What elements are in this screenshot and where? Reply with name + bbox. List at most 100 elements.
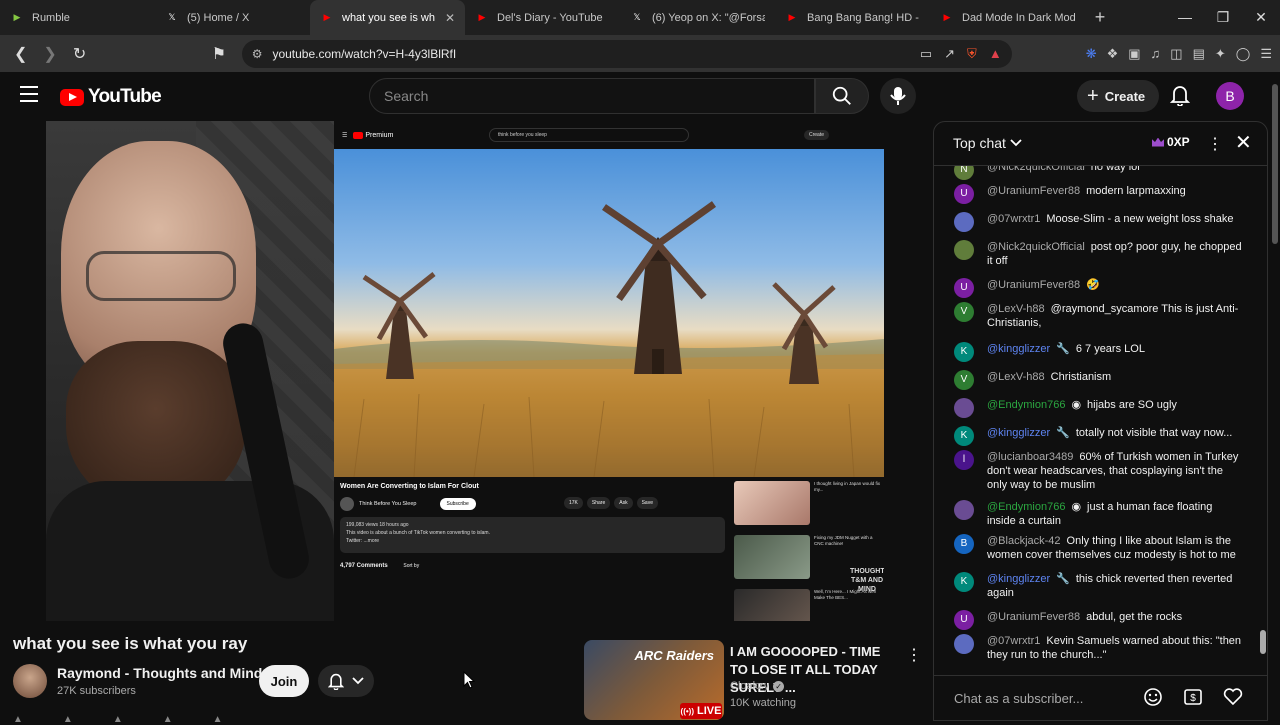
chat-avatar[interactable] (954, 240, 974, 260)
chat-author[interactable]: @Endymion766 (987, 501, 1065, 513)
live-rec-channel[interactable]: Cloakzy ✓ (730, 680, 785, 692)
chat-mode-dropdown[interactable]: Top chat (953, 135, 1022, 151)
browser-tab[interactable]: 𝕏 (6) Yeop on X: "@Forsaken (620, 0, 775, 35)
chat-message[interactable]: U @UraniumFever88 modern larpmaxxing (954, 184, 1244, 204)
chat-avatar[interactable]: V (954, 370, 974, 390)
chat-avatar[interactable]: K (954, 426, 974, 446)
chat-avatar[interactable] (954, 212, 974, 232)
browser-tab[interactable]: ▶ Bang Bang Bang! HD - You (775, 0, 930, 35)
chat-avatar[interactable]: l (954, 450, 974, 470)
close-window-icon[interactable]: ✕ (1242, 0, 1280, 35)
chat-avatar[interactable]: N (954, 166, 974, 180)
chat-avatar[interactable] (954, 398, 974, 418)
chat-author[interactable]: @Endymion766 (987, 399, 1065, 411)
chat-message[interactable]: @Endymion766 ◉ hijabs are SO ugly (954, 398, 1244, 418)
sidebar-icon[interactable]: ◫ (1170, 46, 1182, 62)
browser-tab[interactable]: 𝕏 (5) Home / X (155, 0, 310, 35)
chat-avatar[interactable]: U (954, 184, 974, 204)
page-scrollbar[interactable] (1270, 72, 1280, 720)
chat-avatar[interactable]: K (954, 572, 974, 592)
chat-scrollbar[interactable] (1260, 168, 1266, 668)
browser-tab[interactable]: ▶ Dad Mode In Dark Mode (930, 0, 1085, 35)
chat-avatar[interactable] (954, 634, 974, 654)
chat-author[interactable]: @kingglizzer (987, 573, 1050, 585)
chat-avatar[interactable] (954, 500, 974, 520)
chat-message[interactable]: K @kingglizzer 🔧 totally not visible that w… (954, 426, 1244, 446)
money-icon[interactable]: $ (1182, 686, 1204, 708)
chat-author[interactable]: @UraniumFever88 (987, 611, 1080, 623)
emoji-icon[interactable] (1142, 686, 1164, 708)
chat-avatar[interactable]: U (954, 278, 974, 298)
chat-message[interactable]: @Endymion766 ◉ just a human face floating … (954, 500, 1244, 528)
wallet-icon[interactable]: ▤ (1193, 46, 1205, 62)
chat-author[interactable]: @Blackjack-42 (987, 535, 1061, 547)
chat-author[interactable]: @kingglizzer (987, 427, 1050, 439)
browser-tab[interactable]: ▶ what you see is wh ✕ (310, 0, 465, 35)
address-bar[interactable]: ⚙ youtube.com/watch?v=H-4y3lBlRfI ▭ ↗ ⛨ … (241, 39, 1012, 68)
reload-icon[interactable]: ↻ (67, 41, 92, 67)
chat-message[interactable]: U @UraniumFever88 🤣 (954, 278, 1244, 298)
kebab-icon[interactable]: ⋮ (906, 645, 922, 665)
chat-message[interactable]: V @LexV-h88 @raymond_sycamore This is just… (954, 302, 1244, 330)
chat-message[interactable]: V @LexV-h88 Christianism (954, 370, 1244, 390)
chat-message[interactable]: N @Nick2quickOfficial no way lol (954, 166, 1244, 180)
chat-author[interactable]: @UraniumFever88 (987, 279, 1080, 291)
share-icon[interactable]: ↗ (944, 46, 955, 62)
chat-author[interactable]: @LexV-h88 (987, 303, 1045, 315)
hamburger-icon[interactable] (20, 86, 38, 107)
account-avatar[interactable]: B (1216, 82, 1244, 110)
brave-shield-icon[interactable]: ⛨ (967, 46, 977, 62)
create-button[interactable]: + Create (1077, 80, 1160, 112)
chat-message[interactable]: @07wrxtr1 Moose-Slim - a new weight loss … (954, 212, 1244, 232)
chat-avatar[interactable]: V (954, 302, 974, 322)
join-button[interactable]: Join (259, 665, 309, 697)
screenshot-icon[interactable]: ▣ (1128, 46, 1140, 62)
chat-author[interactable]: @Nick2quickOfficial (987, 166, 1085, 173)
chat-message[interactable]: K @kingglizzer 🔧 this chick reverted then r… (954, 572, 1244, 600)
brave-rewards-icon[interactable]: ▲ (989, 46, 1002, 61)
youtube-logo[interactable]: YouTube (60, 86, 162, 108)
notifications-button[interactable] (1169, 84, 1191, 111)
kebab-icon[interactable]: ⋮ (1207, 134, 1223, 154)
chat-message[interactable]: K @kingglizzer 🔧 6 7 years LOL (954, 342, 1244, 362)
subscription-notifications-button[interactable] (318, 665, 374, 697)
channel-name[interactable]: Raymond - Thoughts and Mind (57, 665, 262, 681)
puzzle-icon[interactable]: ❖ (1107, 46, 1119, 62)
chat-author[interactable]: @Nick2quickOfficial (987, 241, 1085, 253)
chat-author[interactable]: @07wrxtr1 (987, 635, 1040, 647)
leo-icon[interactable]: ✦ (1215, 46, 1226, 62)
chat-avatar[interactable]: K (954, 342, 974, 362)
chat-message[interactable]: B @Blackjack-42 Only thing I like about Is… (954, 534, 1244, 562)
chat-author[interactable]: @07wrxtr1 (987, 213, 1040, 225)
search-input[interactable] (384, 88, 814, 104)
xp-badge[interactable]: 0XP (1152, 135, 1190, 149)
chat-message[interactable]: U @UraniumFever88 abdul, get the rocks (954, 610, 1244, 630)
back-icon[interactable]: ❮ (8, 41, 33, 67)
browser-tab[interactable]: ▶ Rumble (0, 0, 155, 35)
video-player[interactable]: ☰ Premium think before you sleep Create (46, 121, 884, 621)
menu-icon[interactable]: ☰ (1260, 46, 1272, 62)
chat-message[interactable]: @Nick2quickOfficial post op? poor guy, he… (954, 240, 1244, 268)
chat-input[interactable] (954, 683, 1134, 713)
heart-icon[interactable] (1222, 686, 1244, 708)
browser-tab[interactable]: ▶ Del's Diary - YouTube (465, 0, 620, 35)
restore-icon[interactable]: ❐ (1204, 0, 1242, 35)
bookmark-icon[interactable]: ⚑ (206, 41, 231, 67)
tab-close-icon[interactable]: ✕ (445, 11, 455, 25)
cast-icon[interactable]: ▭ (920, 46, 932, 62)
music-icon[interactable]: ♫ (1151, 46, 1161, 61)
new-tab-button[interactable]: + (1085, 7, 1115, 28)
chat-message[interactable]: l @lucianboar3489 60% of Turkish women in … (954, 450, 1244, 492)
close-icon[interactable]: ✕ (1235, 130, 1252, 155)
chat-author[interactable]: @UraniumFever88 (987, 185, 1080, 197)
minimize-icon[interactable]: — (1166, 0, 1204, 35)
vpn-icon[interactable]: ◯ (1236, 46, 1251, 62)
site-info-icon[interactable]: ⚙ (252, 47, 263, 61)
extension-icon[interactable]: ❋ (1086, 46, 1097, 62)
chat-avatar[interactable]: B (954, 534, 974, 554)
chat-author[interactable]: @lucianboar3489 (987, 451, 1073, 463)
chat-author[interactable]: @LexV-h88 (987, 371, 1045, 383)
voice-search-button[interactable] (880, 78, 916, 114)
forward-icon[interactable]: ❯ (37, 41, 62, 67)
chat-author[interactable]: @kingglizzer (987, 343, 1050, 355)
